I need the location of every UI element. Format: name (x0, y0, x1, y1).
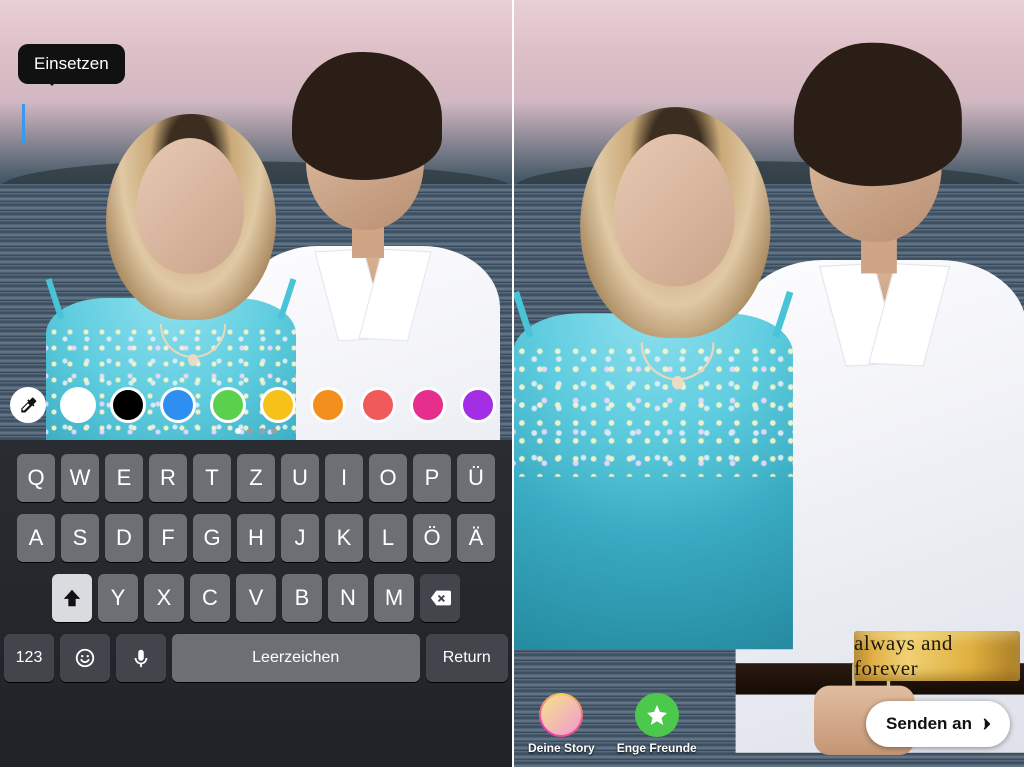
color-swatch-2[interactable] (160, 387, 196, 423)
key-z[interactable]: Z (237, 454, 275, 502)
star-icon (645, 703, 669, 727)
chevron-right-icon (978, 715, 996, 733)
key-o[interactable]: O (369, 454, 407, 502)
key-l[interactable]: L (369, 514, 407, 562)
color-swatch-6[interactable] (360, 387, 396, 423)
key-a[interactable]: A (17, 514, 55, 562)
key-ö[interactable]: Ö (413, 514, 451, 562)
key-i[interactable]: I (325, 454, 363, 502)
your-story-button[interactable]: Deine Story (528, 693, 595, 755)
page-dot[interactable] (247, 428, 253, 434)
key-ü[interactable]: Ü (457, 454, 495, 502)
key-g[interactable]: G (193, 514, 231, 562)
key-y[interactable]: Y (98, 574, 138, 622)
key-u[interactable]: U (281, 454, 319, 502)
return-key[interactable]: Return (426, 634, 509, 682)
send-to-button[interactable]: Senden an (866, 701, 1010, 747)
key-c[interactable]: C (190, 574, 230, 622)
emoji-icon (74, 647, 96, 669)
person-right (758, 36, 993, 484)
page-dot[interactable] (235, 428, 241, 434)
key-row-1: QWERTZUIOPÜ (4, 454, 508, 502)
key-row-3: YXCVBNM (4, 574, 508, 622)
send-to-label: Senden an (886, 714, 972, 734)
paste-tooltip[interactable]: Einsetzen (18, 44, 125, 84)
caption-gold-brush[interactable]: always and forever (854, 631, 1020, 681)
key-t[interactable]: T (193, 454, 231, 502)
key-row-4: 123 Leerzeichen Return (4, 634, 508, 682)
key-w[interactable]: W (61, 454, 99, 502)
mic-key[interactable] (116, 634, 166, 682)
page-dot[interactable] (271, 428, 277, 434)
key-r[interactable]: R (149, 454, 187, 502)
close-friends-icon-ring (635, 693, 679, 737)
key-x[interactable]: X (144, 574, 184, 622)
soft-keyboard: QWERTZUIOPÜ ASDFGHJKLÖÄ YXCVBNM 123 Leer… (0, 440, 512, 767)
key-ä[interactable]: Ä (457, 514, 495, 562)
color-swatch-8[interactable] (460, 387, 496, 423)
text-cursor[interactable] (22, 104, 25, 144)
your-story-label: Deine Story (528, 741, 595, 755)
key-b[interactable]: B (282, 574, 322, 622)
key-j[interactable]: J (281, 514, 319, 562)
color-swatch-7[interactable] (410, 387, 446, 423)
emoji-key[interactable] (60, 634, 110, 682)
key-s[interactable]: S (61, 514, 99, 562)
key-row-2: ASDFGHJKLÖÄ (4, 514, 508, 562)
color-swatch-4[interactable] (260, 387, 296, 423)
key-q[interactable]: Q (17, 454, 55, 502)
key-h[interactable]: H (237, 514, 275, 562)
eyedropper-button[interactable] (10, 387, 46, 423)
key-p[interactable]: P (413, 454, 451, 502)
palette-page-dots (0, 428, 512, 434)
space-key[interactable]: Leerzeichen (172, 634, 420, 682)
color-swatch-0[interactable] (60, 387, 96, 423)
color-swatch-3[interactable] (210, 387, 246, 423)
color-swatch-5[interactable] (310, 387, 346, 423)
key-e[interactable]: E (105, 454, 143, 502)
shift-key[interactable] (52, 574, 92, 622)
key-m[interactable]: M (374, 574, 414, 622)
backspace-key[interactable] (420, 574, 460, 622)
story-share-panel: always and forever Deine Story Enge Freu… (512, 0, 1024, 767)
key-v[interactable]: V (236, 574, 276, 622)
mic-icon (130, 647, 152, 669)
backspace-icon (429, 587, 451, 609)
key-n[interactable]: N (328, 574, 368, 622)
color-palette-row (0, 381, 512, 429)
shift-icon (61, 587, 83, 609)
person-left (560, 78, 750, 442)
color-swatch-1[interactable] (110, 387, 146, 423)
close-friends-label: Enge Freunde (617, 741, 697, 755)
caption-text: always and forever (854, 631, 1020, 681)
story-bottom-bar: Deine Story Enge Freunde Senden an (514, 693, 1024, 755)
person-left (88, 88, 258, 413)
story-text-editor-panel: Einsetzen QWERTZUIOPÜ ASDFGHJKLÖÄ YXCVBN… (0, 0, 512, 767)
eyedropper-icon (18, 395, 38, 415)
numbers-key[interactable]: 123 (4, 634, 54, 682)
page-dot[interactable] (259, 428, 265, 434)
story-avatar-ring (539, 693, 583, 737)
key-d[interactable]: D (105, 514, 143, 562)
key-k[interactable]: K (325, 514, 363, 562)
key-f[interactable]: F (149, 514, 187, 562)
close-friends-button[interactable]: Enge Freunde (617, 693, 697, 755)
